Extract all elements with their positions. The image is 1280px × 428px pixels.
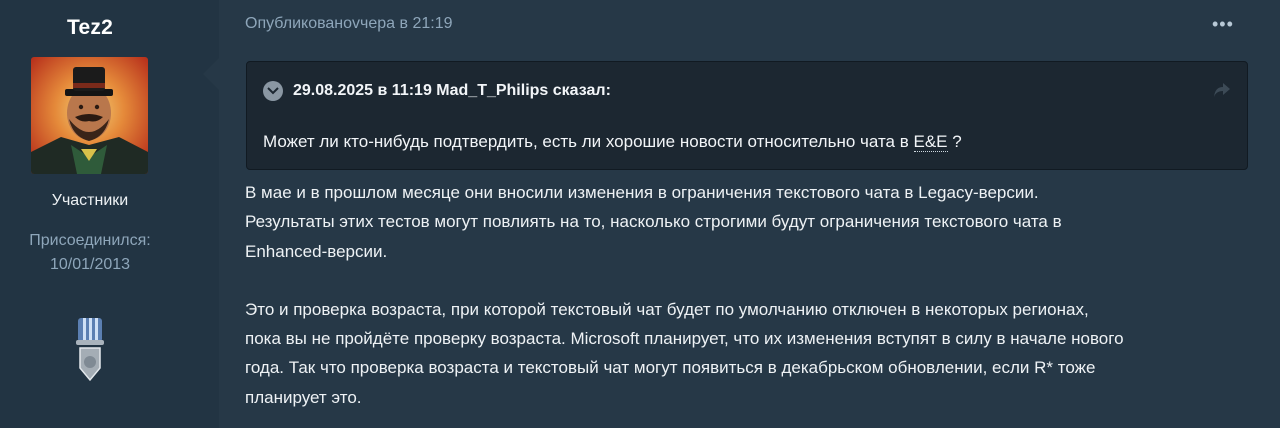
post-menu-button[interactable]: •••: [1212, 14, 1234, 35]
post-pointer: [203, 58, 219, 90]
medal-icon[interactable]: [74, 318, 106, 382]
message-line: планирует это.: [245, 387, 362, 407]
quote-block: 29.08.2025 в 11:19 Mad_T_Philips сказал:…: [246, 61, 1248, 170]
message-line: пока вы не пройдёте проверку возраста. M…: [245, 329, 1124, 349]
username[interactable]: Tez2: [0, 16, 180, 40]
quote-text: Может ли кто-нибудь подтвердить, есть ли…: [263, 132, 962, 152]
user-role: Участники: [51, 192, 129, 209]
message-line: Результаты этих тестов могут повлиять на…: [245, 212, 1062, 232]
quote-text-prefix: Может ли кто-нибудь подтвердить, есть ли…: [263, 132, 914, 151]
chevron-down-icon[interactable]: [263, 81, 283, 101]
message-line: Это и проверка возраста, при которой тек…: [245, 299, 1089, 319]
quote-author[interactable]: 29.08.2025 в 11:19 Mad_T_Philips сказал:: [293, 82, 611, 100]
abbr-ee[interactable]: E&E: [913, 132, 948, 152]
user-sidebar: Tez2 Участники Присоединился: 10/01/2013: [0, 0, 219, 428]
joined-label: Присоединился:: [29, 232, 151, 249]
avatar[interactable]: [31, 57, 148, 174]
message-line: В мае и в прошлом месяце они вносили изм…: [245, 183, 1039, 202]
post-date[interactable]: Опубликованovчера в 21:19: [245, 15, 453, 33]
message-body: В мае и в прошлом месяце они вносили изм…: [245, 178, 1255, 412]
message-line: года. Так что проверка возраста и тексто…: [245, 358, 1096, 378]
quote-text-suffix: ?: [947, 132, 962, 151]
joined-date: 10/01/2013: [49, 256, 131, 273]
quote-header: 29.08.2025 в 11:19 Mad_T_Philips сказал:: [263, 81, 611, 101]
share-arrow-icon[interactable]: [1213, 82, 1231, 98]
message-line: Enhanced-версии.: [245, 241, 388, 261]
